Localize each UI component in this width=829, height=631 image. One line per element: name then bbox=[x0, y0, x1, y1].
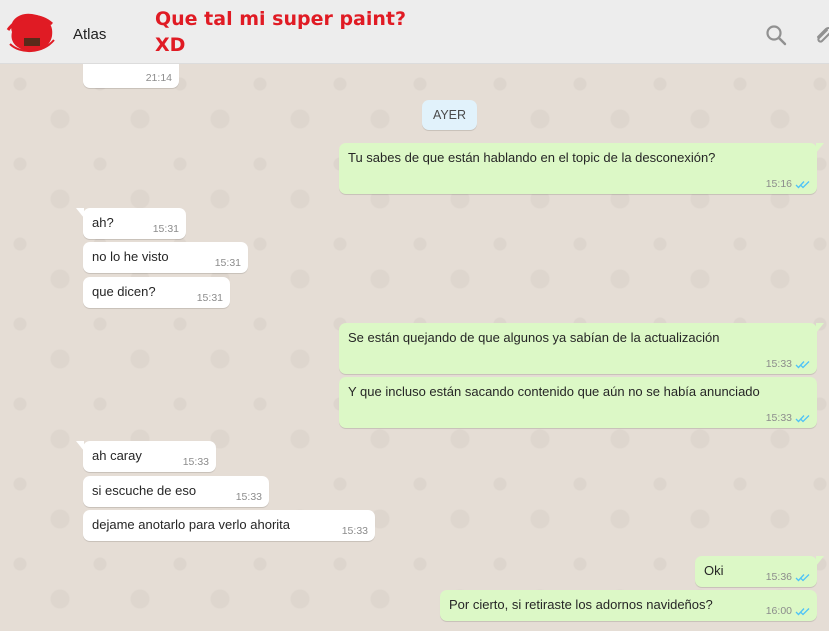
message-time: 15:33 bbox=[182, 456, 209, 468]
message-bubble-outgoing[interactable]: Por cierto, si retiraste los adornos nav… bbox=[440, 590, 817, 621]
message-text: Y que incluso están sacando contenido qu… bbox=[348, 384, 760, 399]
message-text: dejame anotarlo para verlo ahorita bbox=[92, 517, 291, 532]
date-divider: AYER bbox=[422, 100, 477, 130]
message-bubble-incoming[interactable]: no lo he visto 15:31 bbox=[83, 242, 248, 273]
message-text: Tu sabes de que están hablando en el top… bbox=[348, 150, 716, 165]
message-bubble-incoming[interactable]: ah caray 15:33 bbox=[76, 441, 216, 472]
message-time: 15:31 bbox=[196, 292, 223, 304]
attach-icon[interactable] bbox=[812, 24, 829, 46]
message-text: Por cierto, si retiraste los adornos nav… bbox=[449, 597, 713, 612]
message-time: 15:36 bbox=[765, 571, 792, 583]
message-time: 15:31 bbox=[214, 257, 241, 269]
chat-header: Atlas Que tal mi super paint? XD bbox=[0, 0, 829, 64]
message-list[interactable]: 21:14 AYER Tu sabes de que están habland… bbox=[0, 64, 829, 631]
message-bubble-incoming[interactable]: ah? 15:31 bbox=[76, 208, 186, 239]
message-text: Se están quejando de que algunos ya sabí… bbox=[348, 330, 720, 345]
contact-name[interactable]: Atlas bbox=[73, 26, 106, 43]
search-icon[interactable] bbox=[765, 24, 787, 46]
message-bubble-incoming[interactable]: si escuche de eso 15:33 bbox=[83, 476, 269, 507]
double-check-icon bbox=[795, 414, 810, 422]
message-bubble-incoming[interactable]: que dicen? 15:31 bbox=[83, 277, 230, 308]
message-time: 15:33 bbox=[341, 525, 368, 537]
message-bubble-incoming[interactable]: dejame anotarlo para verlo ahorita 15:33 bbox=[83, 510, 375, 541]
message-time: 15:16 bbox=[765, 178, 792, 190]
double-check-icon bbox=[795, 573, 810, 581]
message-bubble-outgoing[interactable]: Se están quejando de que algunos ya sabí… bbox=[339, 323, 824, 374]
message-time: 15:33 bbox=[235, 491, 262, 503]
message-bubble-partial[interactable]: 21:14 bbox=[83, 64, 179, 88]
message-time: 15:33 bbox=[765, 412, 792, 424]
annotation-text: Que tal mi super paint? XD bbox=[155, 8, 407, 56]
message-time: 16:00 bbox=[765, 605, 792, 617]
double-check-icon bbox=[795, 180, 810, 188]
message-bubble-outgoing[interactable]: Oki 15:36 bbox=[695, 556, 824, 587]
double-check-icon bbox=[795, 360, 810, 368]
message-time: 21:14 bbox=[145, 72, 172, 84]
avatar[interactable] bbox=[6, 10, 56, 54]
message-time: 15:33 bbox=[765, 358, 792, 370]
message-bubble-outgoing[interactable]: Tu sabes de que están hablando en el top… bbox=[339, 143, 824, 194]
message-bubble-outgoing[interactable]: Y que incluso están sacando contenido qu… bbox=[339, 377, 817, 428]
message-time: 15:31 bbox=[152, 223, 179, 235]
double-check-icon bbox=[795, 607, 810, 615]
